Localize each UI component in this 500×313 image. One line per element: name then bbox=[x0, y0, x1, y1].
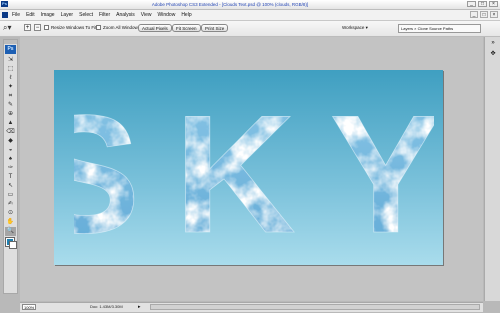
horizontal-scrollbar[interactable] bbox=[150, 304, 480, 310]
menu-edit[interactable]: Edit bbox=[26, 12, 35, 18]
ps-toolbox-logo[interactable]: Ps bbox=[5, 45, 16, 54]
options-bar: ⌕▾ + − Resize Windows To Fit Zoom All Wi… bbox=[0, 21, 500, 37]
resize-windows-label: Resize Windows To Fit bbox=[51, 25, 97, 30]
zoom-mode-group: + − bbox=[24, 24, 41, 31]
eraser-tool-icon[interactable]: ⌫ bbox=[5, 128, 16, 137]
window-controls: _ □ × bbox=[467, 1, 498, 7]
clone-stamp-tool-icon[interactable]: ▲ bbox=[5, 119, 16, 128]
window-title: Adobe Photoshop CS3 Extended - [Clouds T… bbox=[151, 2, 309, 7]
menu-bar: File Edit Image Layer Select Filter Anal… bbox=[0, 10, 500, 21]
menu-analysis[interactable]: Analysis bbox=[116, 12, 135, 18]
crop-tool-icon[interactable]: ⌗ bbox=[5, 92, 16, 101]
expand-panels-icon[interactable]: » bbox=[488, 39, 498, 48]
toolbox-header[interactable] bbox=[4, 40, 17, 44]
actual-pixels-button[interactable]: Actual Pixels bbox=[138, 24, 172, 32]
menu-filter[interactable]: Filter bbox=[99, 12, 110, 18]
menu-file[interactable]: File bbox=[12, 12, 20, 18]
slice-tool-icon[interactable]: ✎ bbox=[5, 101, 16, 110]
collapsed-panel-dock: » ✥ bbox=[484, 37, 500, 301]
menu-layer[interactable]: Layer bbox=[61, 12, 74, 18]
status-bar: 100% Doc: 1.43M/3.30M ▸ bbox=[20, 302, 483, 312]
panel-well-tabs[interactable]: Layers × Clone Source Paths bbox=[398, 24, 481, 33]
path-selection-tool-icon[interactable]: ↖ bbox=[5, 182, 16, 191]
menu-select[interactable]: Select bbox=[79, 12, 93, 18]
menu-items: File Edit Image Layer Select Filter Anal… bbox=[12, 12, 192, 18]
menu-window[interactable]: Window bbox=[158, 12, 176, 18]
healing-brush-tool-icon[interactable]: ⊕ bbox=[5, 110, 16, 119]
magic-wand-tool-icon[interactable]: ✦ bbox=[5, 83, 16, 92]
ps-menu-icon[interactable] bbox=[2, 12, 8, 18]
sky-text: SKY bbox=[74, 80, 434, 262]
workspace-menu[interactable]: Workspace ▾ bbox=[342, 25, 368, 31]
zoom-icon[interactable]: ⌕▾ bbox=[3, 24, 12, 32]
close-button[interactable]: × bbox=[489, 1, 498, 7]
color-swatches bbox=[4, 236, 17, 252]
checkbox-box[interactable] bbox=[96, 25, 101, 30]
sky-cloud-text-artwork: SKY SKY bbox=[74, 80, 434, 262]
tool-list: ⇲ ⬚ ℓ ✦ ⌗ ✎ ⊕ ▲ ⌫ ◆ ◒ ♠ ✑ T ↖ ▭ ✍ ⊙ ✋ 🔍 bbox=[4, 56, 17, 236]
minimize-button[interactable]: _ bbox=[467, 1, 476, 7]
title-bar: Ps Adobe Photoshop CS3 Extended - [Cloud… bbox=[0, 0, 500, 10]
image-canvas[interactable]: SKY SKY bbox=[54, 70, 443, 265]
zoom-out-button[interactable]: − bbox=[34, 24, 41, 31]
eyedropper-tool-icon[interactable]: ⊙ bbox=[5, 209, 16, 218]
shape-tool-icon[interactable]: ▭ bbox=[5, 191, 16, 200]
document-window-controls: _ □ × bbox=[470, 11, 498, 18]
checkbox-box[interactable] bbox=[44, 25, 49, 30]
fit-screen-button[interactable]: Fit Screen bbox=[172, 24, 201, 32]
background-color-swatch[interactable] bbox=[9, 241, 17, 249]
gradient-tool-icon[interactable]: ◆ bbox=[5, 137, 16, 146]
menu-image[interactable]: Image bbox=[41, 12, 55, 18]
move-tool-icon[interactable]: ⇲ bbox=[5, 56, 16, 65]
zoom-all-windows-label: Zoom All Windows bbox=[103, 25, 141, 30]
doc-minimize-button[interactable]: _ bbox=[470, 11, 478, 18]
status-menu-arrow-icon[interactable]: ▸ bbox=[138, 304, 141, 310]
resize-windows-checkbox[interactable]: Resize Windows To Fit bbox=[44, 25, 96, 30]
toolbox: Ps ⇲ ⬚ ℓ ✦ ⌗ ✎ ⊕ ▲ ⌫ ◆ ◒ ♠ ✑ T ↖ ▭ ✍ ⊙ ✋… bbox=[3, 39, 18, 294]
maximize-button[interactable]: □ bbox=[478, 1, 487, 7]
dodge-tool-icon[interactable]: ◒ bbox=[5, 146, 16, 155]
menu-help[interactable]: Help bbox=[181, 12, 191, 18]
document-size-info: Doc: 1.43M/3.30M bbox=[90, 304, 123, 309]
marquee-tool-icon[interactable]: ⬚ bbox=[5, 65, 16, 74]
navigator-panel-icon[interactable]: ✥ bbox=[488, 50, 498, 59]
blur-tool-icon[interactable]: ♠ bbox=[5, 155, 16, 164]
zoom-tool-icon[interactable]: 🔍 bbox=[5, 227, 16, 236]
zoom-all-windows-checkbox[interactable]: Zoom All Windows bbox=[96, 25, 140, 30]
zoom-level-field[interactable]: 100% bbox=[22, 304, 36, 310]
zoom-in-button[interactable]: + bbox=[24, 24, 31, 31]
print-size-button[interactable]: Print Size bbox=[201, 24, 229, 32]
lasso-tool-icon[interactable]: ℓ bbox=[5, 74, 16, 83]
menu-view[interactable]: View bbox=[141, 12, 152, 18]
type-tool-icon[interactable]: T bbox=[5, 173, 16, 182]
hand-tool-icon[interactable]: ✋ bbox=[5, 218, 16, 227]
doc-close-button[interactable]: × bbox=[490, 11, 498, 18]
notes-tool-icon[interactable]: ✍ bbox=[5, 200, 16, 209]
doc-restore-button[interactable]: □ bbox=[480, 11, 488, 18]
pen-tool-icon[interactable]: ✑ bbox=[5, 164, 16, 173]
